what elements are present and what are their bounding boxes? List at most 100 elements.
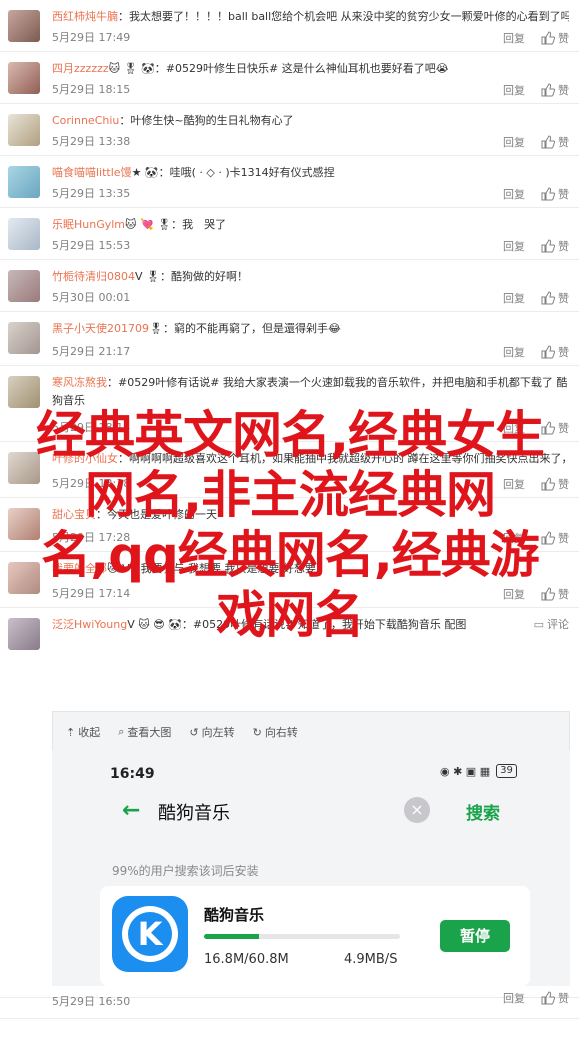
comment-content: 🎖：窮的不能再窮了，但是還得剁手😂	[149, 322, 341, 335]
avatar[interactable]	[8, 114, 40, 146]
comment-item: 竹栀待清归0804V 🎖：酷狗做的好啊！ 5月30日 00:01 回复赞	[0, 260, 579, 312]
like-button[interactable]: 赞	[541, 186, 569, 202]
reply-button[interactable]: 回复	[503, 186, 525, 202]
thumb-up-icon	[541, 345, 556, 359]
phone-search-button: 搜索	[466, 804, 500, 824]
overlay-title: 经典英文网名,经典女生网名,非主流经典网名,qq经典网名,经典游戏网名	[36, 406, 545, 644]
reply-button[interactable]: 回复	[503, 238, 525, 254]
comment-time: 5月30日 00:01	[52, 291, 131, 304]
thumb-up-icon	[541, 135, 556, 149]
reply-button[interactable]: 回复	[503, 990, 525, 1006]
reply-button[interactable]: 回复	[503, 344, 525, 360]
comment-text: 竹栀待清归0804V 🎖：酷狗做的好啊！	[52, 268, 569, 286]
comment-actions: 回复赞	[503, 82, 569, 98]
like-button[interactable]: 赞	[541, 30, 569, 46]
comment-text: CorinneChiu：叶修生快~酷狗的生日礼物有心了	[52, 112, 569, 130]
pause-button: 暂停	[440, 920, 510, 952]
comment-text: 四月zzzzzz🐱 🎖 🐼：#0529叶修生日快乐# 这是什么神仙耳机也要好看了…	[52, 60, 569, 78]
comment-username[interactable]: 黑子小天使201709	[52, 322, 149, 335]
like-button[interactable]: 赞	[541, 290, 569, 306]
comment-item: 四月zzzzzz🐱 🎖 🐼：#0529叶修生日快乐# 这是什么神仙耳机也要好看了…	[0, 52, 579, 104]
like-button[interactable]: 赞	[541, 344, 569, 360]
battery-icon: 39	[496, 764, 517, 778]
comment-item: 西红柿炖牛腩：我太想要了！！！！ball ball您给个机会吧 从来没中奖的贫穷…	[0, 0, 579, 52]
download-size: 16.8M/60.8M	[204, 952, 289, 967]
reply-button[interactable]: 回复	[503, 290, 525, 306]
avatar[interactable]	[8, 62, 40, 94]
avatar[interactable]	[8, 322, 40, 354]
comment-content: 🐱 🎖 🐼：#0529叶修生日快乐# 这是什么神仙耳机也要好看了吧😭	[108, 62, 449, 75]
thumb-up-icon	[541, 31, 556, 45]
comment-content: ★ 🐼：哇哦( · ◇ · )卡1314好有仪式感捏	[131, 166, 335, 179]
comment-item: CorinneChiu：叶修生快~酷狗的生日礼物有心了 5月29日 13:38 回复…	[0, 104, 579, 156]
avatar[interactable]	[8, 166, 40, 198]
comment-username[interactable]: 竹栀待清归0804	[52, 270, 135, 283]
install-hint: 99%的用户搜索该词后安装	[112, 864, 259, 878]
app-name: 酷狗音乐	[204, 906, 265, 924]
reply-button[interactable]: 回复	[503, 134, 525, 150]
comment-time: 5月29日 18:15	[52, 83, 131, 96]
comment-time: 5月29日 16:50	[52, 995, 131, 1008]
comment-content: ：#0529叶修有话说# 我给大家表演一个火速卸载我的音乐软件，并把电脑和手机都…	[52, 376, 568, 407]
comment-time: 5月29日 13:35	[52, 187, 131, 200]
reply-button[interactable]: 回复	[503, 82, 525, 98]
comment-actions: 回复赞	[503, 238, 569, 254]
comment-time: 5月29日 15:53	[52, 239, 131, 252]
comment-text: 西红柿炖牛腩：我太想要了！！！！ball ball您给个机会吧 从来没中奖的贫穷…	[52, 8, 569, 26]
download-speed: 4.9MB/S	[344, 952, 398, 967]
comment-username[interactable]: 西红柿炖牛腩	[52, 10, 118, 23]
comment-actions: 回复 赞	[503, 990, 569, 1006]
rotate-left-button[interactable]: ↺ 向左转	[189, 724, 234, 740]
thumb-up-icon	[541, 239, 556, 253]
bottom-divider	[0, 1018, 579, 1019]
comment-actions: 回复赞	[503, 344, 569, 360]
search-icon: ⌕	[118, 725, 125, 738]
comment-username[interactable]: 四月zzzzzz	[52, 62, 109, 75]
comment-username[interactable]: 喵食喵喵little馒	[52, 166, 132, 179]
rotate-right-button[interactable]: ↻ 向右转	[253, 724, 298, 740]
like-button[interactable]: 赞	[541, 134, 569, 150]
image-toolbar: ⇡ 收起 ⌕ 查看大图 ↺ 向左转 ↻ 向右转	[66, 724, 298, 740]
like-button[interactable]: 赞	[541, 990, 569, 1006]
thumb-up-icon	[541, 991, 556, 1005]
comment-username[interactable]: CorinneChiu	[52, 114, 119, 127]
phone-search-query: 酷狗音乐	[158, 803, 230, 824]
thumb-up-icon	[541, 83, 556, 97]
comment-time: 5月29日 17:49	[52, 31, 131, 44]
collapse-button[interactable]: ⇡ 收起	[66, 724, 100, 740]
kugou-logo-icon: K	[112, 896, 188, 972]
comment-username[interactable]: 寒风冻熬我	[52, 376, 107, 389]
view-large-button[interactable]: ⌕ 查看大图	[118, 724, 171, 740]
comment-actions: 回复赞	[503, 186, 569, 202]
comment-item: 乐眠HunGylm🐱 💘 🎖：我 哭了 5月29日 15:53 回复赞	[0, 208, 579, 260]
comment-actions: 回复赞	[503, 134, 569, 150]
clear-icon: ×	[404, 797, 430, 823]
comment-text: 喵食喵喵little馒★ 🐼：哇哦( · ◇ · )卡1314好有仪式感捏	[52, 164, 569, 182]
status-time: 16:49	[110, 766, 155, 782]
app-download-card: K 酷狗音乐 16.8M/60.8M 4.9MB/S 暂停	[100, 886, 530, 986]
like-button[interactable]: 赞	[541, 82, 569, 98]
comment-text: 乐眠HunGylm🐱 💘 🎖：我 哭了	[52, 216, 569, 234]
comment-item: 喵食喵喵little馒★ 🐼：哇哦( · ◇ · )卡1314好有仪式感捏 5月2…	[0, 156, 579, 208]
comment-actions: 回复赞	[503, 30, 569, 46]
comment-time: 5月29日 21:17	[52, 345, 131, 358]
avatar[interactable]	[8, 270, 40, 302]
phone-search-bar: ← 酷狗音乐 × 搜索	[118, 794, 518, 828]
download-progress	[204, 934, 400, 939]
status-signal-icons: ◉ ✱ ▣ ▦	[440, 764, 491, 778]
reply-button[interactable]: 回复	[503, 30, 525, 46]
comment-text: 黑子小天使201709🎖：窮的不能再窮了，但是還得剁手😂	[52, 320, 569, 338]
comment-time: 5月29日 13:38	[52, 135, 131, 148]
comment-actions: 回复赞	[503, 290, 569, 306]
rotate-left-icon: ↺	[189, 725, 199, 739]
comment-content: V 🎖：酷狗做的好啊！	[135, 270, 248, 283]
comment-content: ：叶修生快~酷狗的生日礼物有心了	[119, 114, 294, 127]
comment-content: ：我太想要了！！！！ball ball您给个机会吧 从来没中奖的贫穷少女一颗爱叶…	[118, 10, 569, 23]
comment-content: 🐱 💘 🎖：我 哭了	[125, 218, 227, 231]
avatar[interactable]	[8, 376, 40, 408]
like-button[interactable]: 赞	[541, 238, 569, 254]
collapse-icon: ⇡	[66, 725, 76, 739]
avatar[interactable]	[8, 10, 40, 42]
comment-username[interactable]: 乐眠HunGylm	[52, 218, 125, 231]
avatar[interactable]	[8, 218, 40, 250]
